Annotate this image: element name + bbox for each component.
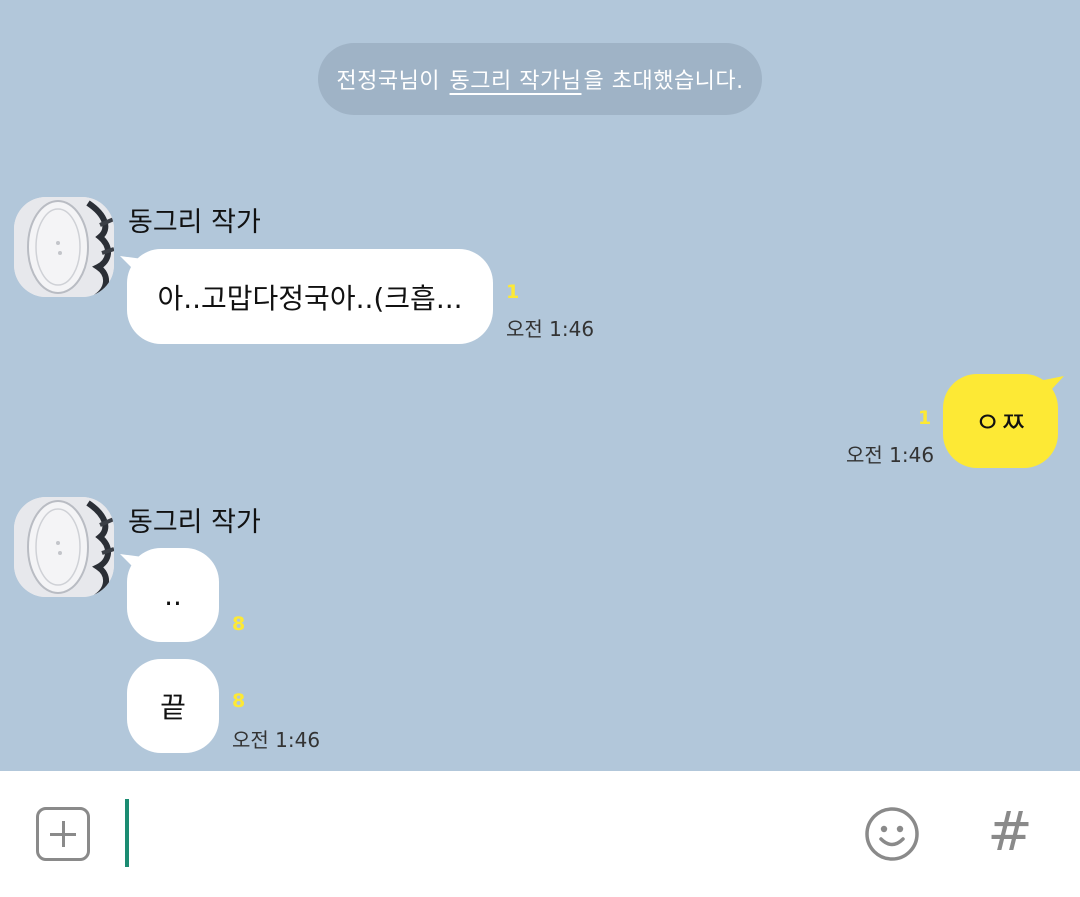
message-text: 끝 [160,691,186,724]
text-cursor [125,799,129,867]
message-text: ㅇㅉ [974,406,1027,439]
hash-icon[interactable]: # [985,802,1035,862]
unread-count: 8 [232,613,246,635]
unread-count: 1 [918,407,932,429]
message-bubble[interactable]: 끝 [127,659,219,753]
notice-suffix: 을 초대했습니다. [583,69,744,94]
message-time: 오전 1:46 [232,728,321,752]
message-time: 오전 1:46 [506,317,595,341]
unread-count: 1 [506,281,520,303]
sender-name: 동그리 작가 [128,207,261,238]
avatar[interactable] [14,197,114,297]
avatar[interactable] [14,497,114,597]
invitee-link[interactable]: 동그리 작가님 [450,63,582,95]
message-bubble[interactable]: 아..고맙다정국아..(크흡... [127,249,493,344]
notice-prefix: 전정국님이 [336,69,441,94]
message-text: .. [164,578,182,612]
message-text: 아..고맙다정국아..(크흡... [157,281,463,315]
chat-area: 전정국님이 동그리 작가님 을 초대했습니다. 동그리 작가 아..고맙다정국아.… [0,0,1080,771]
unread-count: 8 [232,690,246,712]
plus-square-icon[interactable] [36,807,90,861]
smiley-icon[interactable] [864,806,920,862]
sender-name: 동그리 작가 [128,507,261,538]
my-message-bubble[interactable]: ㅇㅉ [943,374,1058,468]
message-input[interactable] [140,800,834,868]
system-notice: 전정국님이 동그리 작가님 을 초대했습니다. [318,43,762,115]
message-time: 오전 1:46 [846,443,935,467]
message-bubble[interactable]: .. [127,548,219,642]
